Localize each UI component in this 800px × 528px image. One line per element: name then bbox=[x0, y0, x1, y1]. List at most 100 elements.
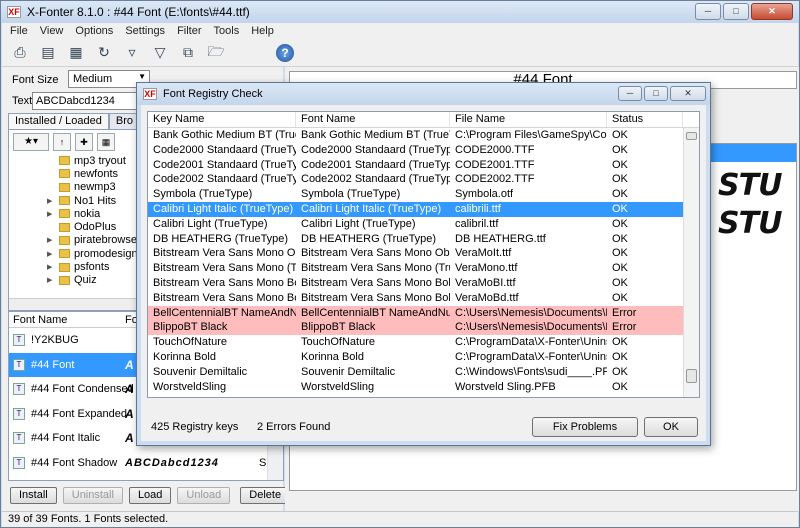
registry-row-key: Souvenir Demiltalic bbox=[153, 365, 248, 378]
ok-button[interactable]: OK bbox=[644, 417, 698, 437]
expand-arrow-icon[interactable]: ▶ bbox=[47, 250, 52, 258]
filter-icon[interactable]: ▿ bbox=[122, 43, 142, 63]
registry-table-scrollbar[interactable] bbox=[683, 128, 699, 397]
new-folder-icon[interactable]: ✚ bbox=[75, 133, 93, 151]
registry-row[interactable]: BellCentennialBT NameAndNum... BellCenten… bbox=[148, 305, 699, 321]
calculator-icon[interactable]: ▦ bbox=[66, 43, 86, 63]
dialog-close-button[interactable]: ✕ bbox=[670, 86, 706, 101]
menu-file[interactable]: File bbox=[10, 25, 28, 37]
registry-row[interactable]: Korinna Bold Korinna Bold C:\ProgramData\X… bbox=[148, 350, 699, 365]
registry-row-file: calibril.ttf bbox=[455, 217, 499, 230]
unload-button[interactable]: Unload bbox=[177, 487, 231, 504]
fix-problems-button[interactable]: Fix Problems bbox=[532, 417, 638, 437]
delete-button[interactable]: Delete bbox=[240, 487, 291, 504]
favorites-button[interactable]: ★▾ bbox=[13, 133, 49, 151]
help-icon[interactable]: ? bbox=[276, 43, 294, 62]
registry-row[interactable]: Calibri Light (TrueType) Calibri Light (T… bbox=[148, 217, 699, 232]
font-row-name: #44 Font Condensed bbox=[31, 383, 134, 396]
registry-row-font: DB HEATHERG (TrueType) bbox=[301, 232, 437, 245]
registry-row[interactable]: Code2002 Standaard (TrueType) Code2002 St… bbox=[148, 172, 699, 187]
registry-row-key: Calibri Light (TrueType) bbox=[153, 217, 268, 230]
font-file-icon: T bbox=[13, 456, 25, 469]
registry-row-key: Bitstream Vera Sans Mono (TrueT... bbox=[153, 262, 296, 275]
registry-row-status: OK bbox=[612, 232, 628, 245]
registry-row[interactable]: TouchOfNature TouchOfNature C:\ProgramData… bbox=[148, 335, 699, 350]
expand-arrow-icon[interactable]: ▶ bbox=[47, 236, 52, 244]
expand-arrow-icon[interactable]: ▶ bbox=[47, 197, 52, 205]
column-header-font-name[interactable]: Font Name bbox=[296, 112, 450, 127]
load-button[interactable]: Load bbox=[128, 487, 172, 504]
menu-help[interactable]: Help bbox=[251, 25, 274, 37]
font-file-icon: T bbox=[13, 432, 25, 445]
folder-add-icon[interactable]: 🗁 bbox=[206, 43, 226, 63]
menu-settings[interactable]: Settings bbox=[125, 25, 165, 37]
registry-row-font: BellCentennialBT NameAndNumber bbox=[301, 306, 450, 319]
registry-row-font: TouchOfNature bbox=[301, 336, 375, 349]
menu-tools[interactable]: Tools bbox=[214, 25, 240, 37]
registry-row[interactable]: Symbola (TrueType) Symbola (TrueType) Symb… bbox=[148, 187, 699, 202]
menu-options[interactable]: Options bbox=[75, 25, 113, 37]
registry-row-file: C:\Users\Nemesis\Documents\My ... bbox=[455, 321, 607, 334]
column-header-file-name[interactable]: File Name bbox=[450, 112, 607, 127]
tab-installed[interactable]: Installed / Loaded bbox=[8, 113, 109, 129]
dialog-minimize-button[interactable]: ─ bbox=[618, 86, 642, 101]
registry-row[interactable]: Bitstream Vera Sans Mono Obliqu... Bitstr… bbox=[148, 246, 699, 261]
expand-arrow-icon[interactable]: ▶ bbox=[47, 276, 52, 284]
clear-filter-icon[interactable]: ▽ bbox=[150, 43, 170, 63]
folder-icon bbox=[59, 182, 70, 192]
refresh-icon[interactable]: ↻ bbox=[94, 43, 114, 63]
dialog-maximize-button[interactable]: □ bbox=[644, 86, 668, 101]
menu-view[interactable]: View bbox=[40, 25, 64, 37]
registry-row-key: Bitstream Vera Sans Mono Bold O... bbox=[153, 276, 296, 289]
registry-row-key: Bank Gothic Medium BT (TrueType) bbox=[153, 129, 296, 141]
install-button[interactable]: Install bbox=[10, 487, 57, 504]
registry-row-key: Calibri Light Italic (TrueType) bbox=[153, 202, 294, 215]
registry-row-font: Bitstream Vera Sans Mono Bold (Tr... bbox=[301, 291, 450, 304]
registry-row[interactable]: Bitstream Vera Sans Mono Bold O... Bitstr… bbox=[148, 276, 699, 291]
registry-row[interactable]: Souvenir Demiltalic Souvenir Demiltalic C:… bbox=[148, 365, 699, 380]
expand-arrow-icon[interactable]: ▶ bbox=[47, 210, 52, 218]
font-list-row[interactable]: T #44 Font Shadow ABCDabcd1234 S bbox=[9, 451, 283, 476]
registry-row-file: DB HEATHERG.ttf bbox=[455, 232, 546, 245]
registry-row-file: VeraMoBI.ttf bbox=[455, 276, 516, 289]
registry-row[interactable]: Bitstream Vera Sans Mono (TrueT... Bitstr… bbox=[148, 261, 699, 276]
print-list-icon[interactable]: ▤ bbox=[38, 43, 58, 63]
registry-row[interactable]: Code2000 Standaard (TrueType) Code2000 St… bbox=[148, 143, 699, 158]
registry-check-dialog: XF Font Registry Check ─ □ ✕ Key Name Fo… bbox=[136, 82, 711, 446]
registry-row[interactable]: Bank Gothic Medium BT (TrueType) Bank Got… bbox=[148, 128, 699, 143]
maximize-button[interactable]: □ bbox=[723, 3, 749, 20]
scroll-up-arrow-icon[interactable] bbox=[686, 132, 697, 140]
close-button[interactable]: ✕ bbox=[751, 3, 793, 20]
font-row-name: #44 Font Shadow bbox=[31, 456, 118, 469]
registry-row-key: Bitstream Vera Sans Mono Obliqu... bbox=[153, 247, 296, 260]
registry-row-font: Souvenir Demiltalic bbox=[301, 365, 396, 378]
registry-table-body: Bank Gothic Medium BT (TrueType) Bank Got… bbox=[148, 128, 699, 394]
column-header-font-name[interactable]: Font Name bbox=[9, 314, 121, 326]
font-row-name: #44 Font Expanded bbox=[31, 407, 128, 420]
folder-up-icon[interactable]: ↑ bbox=[53, 133, 71, 151]
scrollbar-thumb[interactable] bbox=[686, 369, 697, 383]
registry-row[interactable]: Code2001 Standaard (TrueType) Code2001 St… bbox=[148, 158, 699, 173]
registry-row-file: C:\ProgramData\X-Fonter\Uninstall... bbox=[455, 350, 607, 363]
registry-row[interactable]: WorstveldSling WorstveldSling Worstveld Sl… bbox=[148, 380, 699, 395]
preview-sample-1: STU bbox=[718, 168, 782, 203]
preview-sample-2: STU bbox=[718, 206, 782, 241]
menu-filter[interactable]: Filter bbox=[177, 25, 201, 37]
registry-row[interactable]: Bitstream Vera Sans Mono Bold (T... Bitst… bbox=[148, 291, 699, 306]
registry-row-font: Korinna Bold bbox=[301, 350, 364, 363]
minimize-button[interactable]: ─ bbox=[695, 3, 721, 20]
copy-fonts-icon[interactable]: ⧉ bbox=[178, 43, 198, 63]
uninstall-button[interactable]: Uninstall bbox=[62, 487, 123, 504]
registry-row[interactable]: DB HEATHERG (TrueType) DB HEATHERG (TrueT… bbox=[148, 232, 699, 247]
registry-row-status: OK bbox=[612, 173, 628, 186]
printer-icon[interactable]: ⎙ bbox=[10, 43, 30, 63]
expand-arrow-icon[interactable]: ▶ bbox=[47, 263, 52, 271]
folder-icon bbox=[59, 249, 70, 259]
registry-row[interactable]: BlippoBT Black BlippoBT Black C:\Users\Nem… bbox=[148, 320, 699, 336]
registry-row-status: OK bbox=[612, 350, 628, 363]
registry-row[interactable]: Calibri Light Italic (TrueType) Calibri L… bbox=[148, 201, 699, 217]
dialog-app-icon: XF bbox=[143, 88, 157, 100]
column-header-status[interactable]: Status bbox=[607, 112, 683, 127]
properties-icon[interactable]: ▦ bbox=[97, 133, 115, 151]
column-header-key-name[interactable]: Key Name bbox=[148, 112, 296, 127]
